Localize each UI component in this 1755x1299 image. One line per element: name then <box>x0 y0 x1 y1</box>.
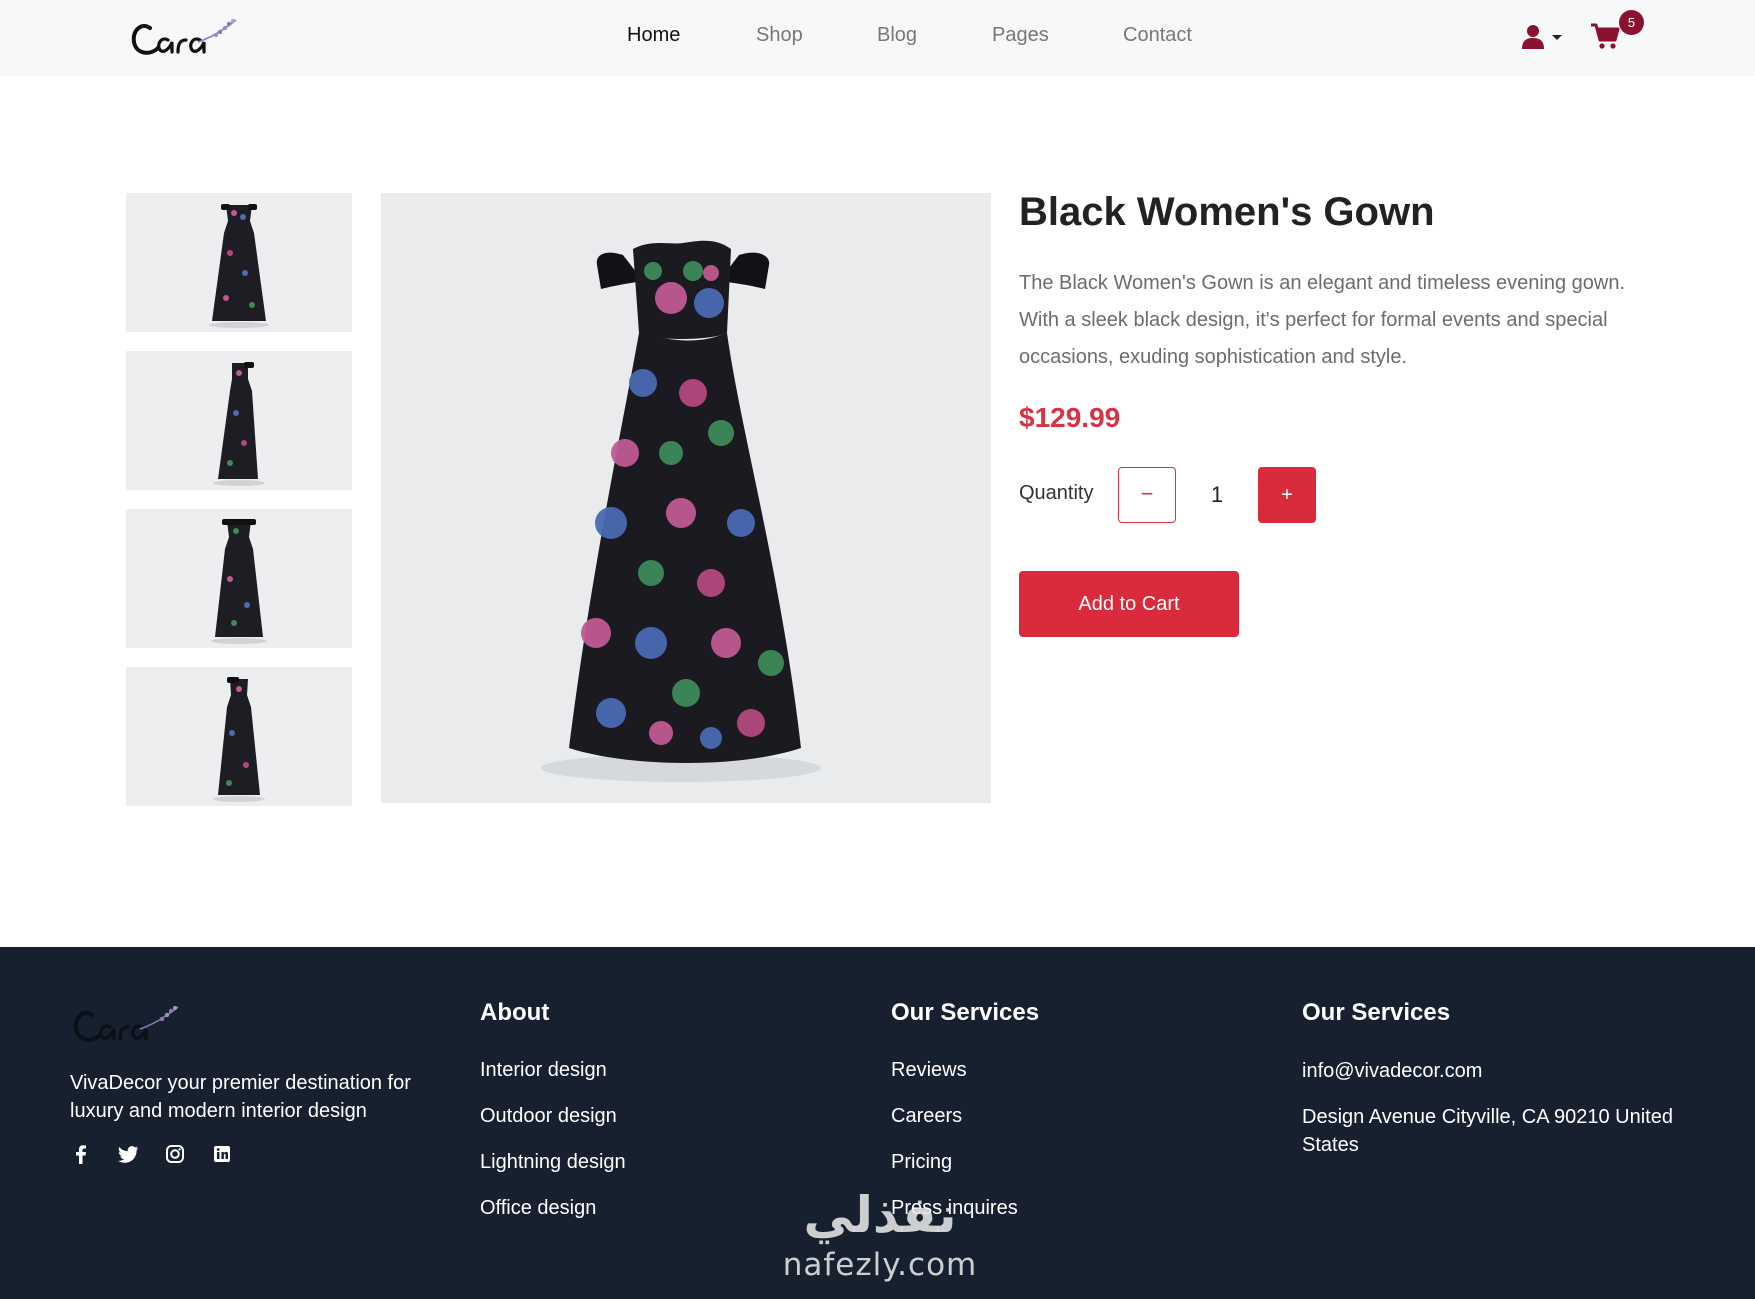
product-thumbnail[interactable] <box>126 509 352 648</box>
nav-home[interactable]: Home <box>627 24 756 47</box>
watermark-arabic: نفذلي <box>803 1186 957 1244</box>
facebook-icon[interactable] <box>70 1143 92 1165</box>
quantity-increase-button[interactable]: + <box>1258 467 1316 523</box>
footer-email[interactable]: info@vivadecor.com <box>1302 1057 1682 1085</box>
brand-logo[interactable] <box>128 10 248 66</box>
product-thumbnail[interactable] <box>126 667 352 806</box>
footer-link[interactable]: Outdoor design <box>480 1103 626 1129</box>
watermark: نفذلي nafezly.com <box>770 1185 990 1285</box>
product-thumbnail[interactable] <box>126 193 352 332</box>
gown-image <box>211 519 267 644</box>
gown-image <box>213 677 265 802</box>
watermark-latin: nafezly.com <box>782 1247 978 1283</box>
gown-image <box>541 240 821 782</box>
gown-image <box>209 204 269 328</box>
user-menu-button[interactable] <box>1522 24 1564 50</box>
user-icon <box>1522 25 1544 49</box>
gown-image <box>213 362 265 486</box>
footer-brand-logo[interactable] <box>70 997 190 1053</box>
footer-about-heading: About <box>480 999 550 1026</box>
product-price: $129.99 <box>1019 402 1121 433</box>
nav-contact[interactable]: Contact <box>1123 24 1223 47</box>
product-description: The Black Women's Gown is an elegant and… <box>1019 272 1625 368</box>
footer-about-column: About Interior design Outdoor design Lig… <box>480 999 626 1241</box>
quantity-decrease-button[interactable]: − <box>1118 467 1176 523</box>
footer-link[interactable]: Lightning design <box>480 1149 626 1175</box>
footer-tagline: VivaDecor your premier destination for l… <box>70 1072 411 1122</box>
footer-link[interactable]: Pricing <box>891 1149 1039 1175</box>
quantity-input[interactable] <box>1176 467 1258 523</box>
footer-contact-heading: Our Services <box>1302 999 1451 1026</box>
instagram-icon[interactable] <box>164 1143 186 1165</box>
nav-shop[interactable]: Shop <box>756 24 877 47</box>
site-header: Home Shop Blog Pages Contact 5 <box>0 0 1755 76</box>
cart-button[interactable] <box>1590 22 1620 52</box>
footer-link[interactable]: Reviews <box>891 1057 1039 1083</box>
caret-down-icon <box>1552 35 1562 40</box>
footer-address: Design Avenue Cityville, CA 90210 United… <box>1302 1106 1673 1156</box>
footer-link[interactable]: Office design <box>480 1195 626 1221</box>
product-main-image[interactable] <box>381 193 991 803</box>
main-nav: Home Shop Blog Pages Contact <box>627 24 1223 47</box>
nav-blog[interactable]: Blog <box>877 24 992 47</box>
linkedin-icon[interactable] <box>211 1143 233 1165</box>
product-title: Black Women's Gown <box>1019 190 1435 234</box>
footer-link[interactable]: Careers <box>891 1103 1039 1129</box>
add-to-cart-button[interactable]: Add to Cart <box>1019 571 1239 637</box>
cart-count-badge: 5 <box>1619 10 1644 35</box>
nav-pages[interactable]: Pages <box>992 24 1123 47</box>
twitter-icon[interactable] <box>117 1143 139 1165</box>
footer-link[interactable]: Interior design <box>480 1057 626 1083</box>
footer-services-heading: Our Services <box>891 999 1040 1026</box>
cart-icon <box>1591 23 1620 49</box>
quantity-label: Quantity <box>1019 482 1094 504</box>
footer-contact-column: Our Services info@vivadecor.com Design A… <box>1302 999 1682 1177</box>
product-thumbnail[interactable] <box>126 351 352 490</box>
